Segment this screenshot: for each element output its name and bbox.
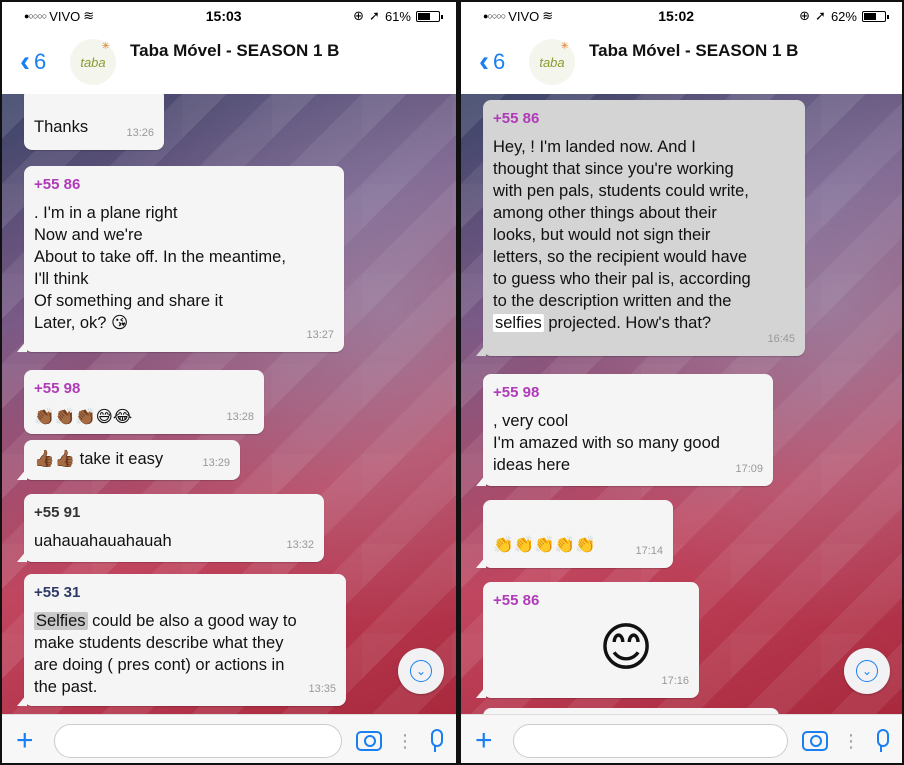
clock: 15:02: [658, 8, 695, 24]
group-title[interactable]: Taba Móvel - SEASON 1 B: [589, 41, 798, 61]
input-bar: + ⋮: [461, 714, 902, 763]
message-time: 16:45: [767, 333, 795, 345]
message-text-main: Hey, ! I'm landed now. And I thought tha…: [493, 138, 751, 310]
rotation-lock-icon: ⊕: [353, 8, 365, 23]
plus-icon[interactable]: +: [475, 726, 499, 756]
wifi-icon: ≋: [83, 8, 95, 23]
message-text: Hey, ! I'm landed now. And I thought tha…: [493, 136, 795, 334]
chevron-left-icon: ‹: [20, 45, 30, 78]
message-bubble[interactable]: +55 86 Hey, ! I'm landed now. And I thou…: [476, 100, 805, 356]
message-text: . I'm in a plane right Now and we're Abo…: [34, 204, 286, 332]
sender-name: +55 98: [493, 384, 540, 401]
message-time: 13:28: [226, 411, 254, 423]
battery-percent: 62%: [830, 8, 857, 24]
sender-name: +55 31: [34, 584, 81, 601]
message-bubble[interactable]: 👍🏾👍🏾 take it easy 13:29: [17, 440, 240, 480]
camera-icon[interactable]: [356, 731, 382, 751]
message-bubble[interactable]: 👏👏👏👏👏 17:14: [476, 500, 673, 568]
unread-count: 6: [493, 49, 506, 74]
chevron-down-icon: ⌄: [410, 660, 432, 682]
message-time: 13:27: [306, 329, 334, 341]
message-time: 17:09: [735, 463, 763, 475]
separator-icon: ⋮: [396, 730, 414, 751]
input-bar: + ⋮: [2, 714, 456, 763]
chevron-down-icon: ⌄: [856, 660, 878, 682]
sender-name: +55 91: [34, 504, 81, 521]
message-text: , very cool I'm amazed with so many good…: [493, 412, 720, 474]
sender-name: +55 86: [493, 592, 540, 609]
message-input[interactable]: [513, 724, 788, 758]
message-time: 13:29: [202, 457, 230, 469]
group-title[interactable]: Taba Móvel - SEASON 1 B: [130, 41, 339, 61]
wifi-icon: ≋: [542, 8, 554, 23]
sender-name: +55 86: [493, 110, 540, 127]
message-bubble[interactable]: +55 31 Selfies could be also a good way …: [17, 574, 346, 706]
battery-icon: [415, 10, 443, 22]
clock: 15:03: [205, 8, 242, 24]
message-text-rest: projected. How's that?: [543, 314, 712, 332]
carrier: ●○○○○ VIVO ≋: [483, 8, 553, 24]
message-bubble[interactable]: +55 98 , very cool I'm amazed with so ma…: [476, 374, 773, 486]
message-bubble[interactable]: +55 91 uahauahauahauah 13:32: [17, 494, 324, 562]
camera-icon[interactable]: [802, 731, 828, 751]
highlighted-word: Selfies: [34, 612, 88, 630]
sender-name: +55 86: [34, 176, 81, 193]
rotation-lock-icon: ⊕: [799, 8, 811, 23]
carrier-name: VIVO: [508, 8, 540, 24]
message-time: 17:16: [661, 675, 689, 687]
battery-percent: 61%: [384, 8, 411, 24]
highlighted-word: selfies: [493, 314, 544, 332]
plus-icon[interactable]: +: [16, 726, 40, 756]
chevron-left-icon: ‹: [479, 45, 489, 78]
phone-screenshot-right: ●○○○○ VIVO ≋ 15:02 ⊕ ➚ 62% ‹ 6 taba ✳ Ta…: [458, 0, 904, 765]
smiling-face-emoji: 😊: [598, 619, 654, 677]
chat-area[interactable]: +55 86 Hey, ! I'm landed now. And I thou…: [461, 94, 902, 714]
message-text: 👏🏾👏🏾👏🏾😅😂: [34, 408, 133, 426]
status-bar: ●○○○○ VIVO ≋ 15:02 ⊕ ➚ 62%: [461, 2, 902, 30]
message-text: Thanks: [34, 118, 89, 136]
message-time: 17:14: [635, 545, 663, 557]
status-right: ⊕ ➚ 61%: [353, 8, 443, 24]
message-time: 13:35: [308, 683, 336, 695]
message-bubble[interactable]: +55 98 👏🏾👏🏾👏🏾😅😂 13:28: [24, 370, 264, 434]
scroll-down-button[interactable]: ⌄: [398, 648, 444, 694]
back-button[interactable]: ‹ 6: [479, 45, 529, 78]
message-text: uahauahauahauah: [34, 532, 172, 550]
avatar-text: taba: [80, 54, 106, 70]
carrier: ●○○○○ VIVO ≋: [24, 8, 94, 24]
back-button[interactable]: ‹ 6: [20, 45, 70, 78]
signal-icon: ●○○○○: [483, 11, 506, 21]
sun-icon: ✳: [101, 41, 110, 52]
group-avatar[interactable]: taba ✳: [529, 39, 575, 85]
status-right: ⊕ ➚ 62%: [799, 8, 889, 24]
message-bubble[interactable]: +55 86 . I'm in a plane right Now and we…: [17, 166, 344, 352]
microphone-icon[interactable]: [874, 729, 889, 753]
phone-screenshot-left: ●○○○○ VIVO ≋ 15:03 ⊕ ➚ 61% ‹ 6 taba ✳ Ta…: [0, 0, 458, 765]
message-input[interactable]: [54, 724, 342, 758]
message-time: 13:26: [126, 127, 154, 139]
location-icon: ➚: [815, 8, 826, 23]
separator-icon: ⋮: [842, 730, 860, 751]
sun-icon: ✳: [560, 41, 569, 52]
message-time: 13:32: [286, 539, 314, 551]
sender-name: +55 98: [34, 380, 81, 397]
chat-header: ‹ 6 taba ✳ Taba Móvel - SEASON 1 B: [2, 30, 456, 94]
signal-icon: ●○○○○: [24, 11, 47, 21]
chat-area[interactable]: Thanks 13:26 +55 86 . I'm in a plane rig…: [2, 94, 456, 714]
location-icon: ➚: [369, 8, 380, 23]
chat-header: ‹ 6 taba ✳ Taba Móvel - SEASON 1 B: [461, 30, 902, 94]
group-avatar[interactable]: taba ✳: [70, 39, 116, 85]
avatar-text: taba: [539, 54, 565, 70]
scroll-down-button[interactable]: ⌄: [844, 648, 890, 694]
carrier-name: VIVO: [49, 8, 81, 24]
microphone-icon[interactable]: [428, 729, 443, 753]
message-text: 👍🏾👍🏾 take it easy: [34, 450, 164, 468]
unread-count: 6: [34, 49, 47, 74]
message-bubble[interactable]: +55 86 😊 17:16: [476, 582, 699, 698]
message-bubble[interactable]: Thanks 13:26: [24, 94, 164, 150]
message-text: Selfies could be also a good way to make…: [34, 610, 336, 698]
status-bar: ●○○○○ VIVO ≋ 15:03 ⊕ ➚ 61%: [2, 2, 456, 30]
battery-icon: [861, 10, 889, 22]
